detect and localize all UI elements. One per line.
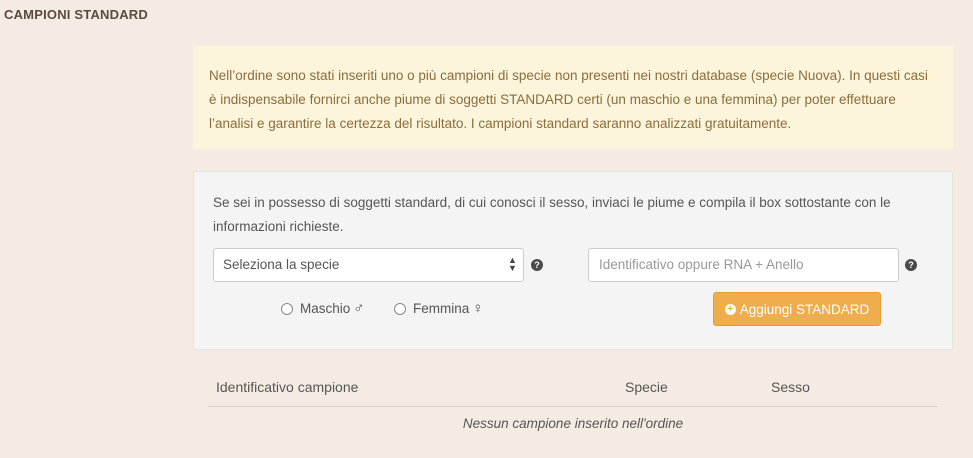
standard-form-panel: Se sei in possesso di soggetti standard,… [193,171,953,350]
radio-femmina[interactable]: Femmina ♀ [394,300,484,317]
species-select[interactable]: Seleziona la specie ▲ ▼ [213,248,524,282]
species-help-icon[interactable]: ? [531,259,543,271]
plus-circle-icon: + [724,303,736,315]
info-alert: Nell’ordine sono stati inseriti uno o pi… [193,46,953,149]
add-standard-button[interactable]: + Aggiungi STANDARD [713,292,881,326]
radio-maschio-label: Maschio [300,301,351,316]
alert-text: Nell’ordine sono stati inseriti uno o pi… [209,68,928,131]
add-standard-label: Aggiungi STANDARD [739,301,870,317]
radio-femmina-circle[interactable] [394,302,406,315]
radio-maschio[interactable]: Maschio ♂ [281,300,365,317]
id-help-icon[interactable]: ? [905,259,917,271]
radio-maschio-circle[interactable] [281,302,293,315]
id-input[interactable]: Identificativo oppure RNA + Anello [588,248,899,282]
table-divider [208,406,938,407]
form-intro-text: Se sei in possesso di soggetti standard,… [213,195,891,234]
id-input-placeholder: Identificativo oppure RNA + Anello [599,257,804,272]
species-select-value: Seleziona la specie [223,257,340,272]
column-header-species: Specie [625,379,668,395]
section-title: CAMPIONI STANDARD [4,7,148,22]
radio-femmina-label: Femmina [413,301,470,316]
column-header-sex: Sesso [771,379,810,395]
column-header-id: Identificativo campione [216,379,359,395]
empty-table-message: Nessun campione inserito nell'ordine [462,416,684,431]
female-symbol-icon: ♀ [472,300,484,317]
male-symbol-icon: ♂ [353,300,365,317]
select-arrows-icon: ▲ ▼ [508,255,517,273]
